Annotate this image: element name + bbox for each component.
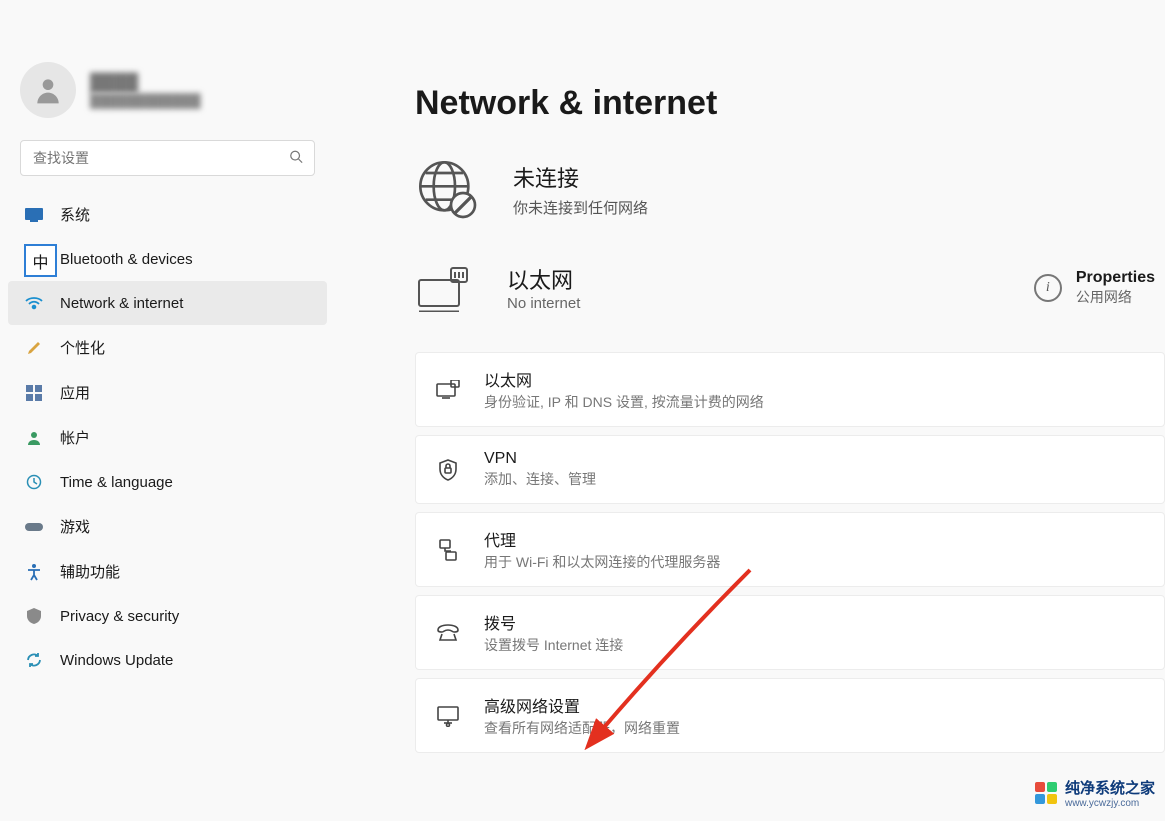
avatar <box>20 62 76 118</box>
connection-status: 未连接 你未连接到任何网络 <box>415 151 1165 245</box>
ethernet-properties-link[interactable]: i Properties 公用网络 <box>1034 269 1155 307</box>
option-title: 高级网络设置 <box>484 693 680 717</box>
option-sub: 查看所有网络适配器，网络重置 <box>484 718 680 738</box>
profile-block[interactable]: ████ ████████████ <box>0 54 335 136</box>
sidebar-item-label: Windows Update <box>60 652 173 669</box>
option-title: 代理 <box>484 527 720 551</box>
option-sub: 用于 Wi-Fi 和以太网连接的代理服务器 <box>484 552 720 572</box>
proxy-icon <box>434 536 462 564</box>
shield-lock-icon <box>434 456 462 484</box>
sidebar-item-accounts[interactable]: 帐户 <box>8 415 327 460</box>
watermark-logo-icon <box>1035 782 1057 804</box>
watermark-url: www.ycwzjy.com <box>1065 798 1155 809</box>
phone-icon <box>434 619 462 647</box>
properties-label: Properties <box>1076 269 1155 287</box>
sidebar-item-accessibility[interactable]: 辅助功能 <box>8 549 327 594</box>
sidebar-item-apps[interactable]: 应用 <box>8 370 327 415</box>
wifi-icon <box>24 293 44 313</box>
option-proxy[interactable]: 代理 用于 Wi-Fi 和以太网连接的代理服务器 <box>415 512 1165 587</box>
update-icon <box>24 650 44 670</box>
sidebar-item-label: 应用 <box>60 382 90 403</box>
sidebar-item-label: 辅助功能 <box>60 561 120 582</box>
sidebar-item-time[interactable]: Time & language <box>8 460 327 504</box>
sidebar-item-label: Bluetooth & devices <box>60 251 193 268</box>
option-dialup[interactable]: 拨号 设置拨号 Internet 连接 <box>415 595 1165 670</box>
option-vpn[interactable]: VPN 添加、连接、管理 <box>415 435 1165 504</box>
system-icon <box>24 205 44 225</box>
option-title: 以太网 <box>484 367 764 391</box>
sidebar-item-update[interactable]: Windows Update <box>8 638 327 682</box>
properties-sub: 公用网络 <box>1076 287 1155 307</box>
info-icon: i <box>1034 274 1062 302</box>
sidebar-item-label: 游戏 <box>60 516 90 537</box>
globe-disconnected-icon <box>415 157 479 221</box>
profile-email: ████████████ <box>90 93 201 108</box>
watermark: 纯净系统之家 www.ycwzjy.com <box>1035 777 1155 809</box>
option-title: VPN <box>484 450 596 468</box>
sidebar-item-personalization[interactable]: 个性化 <box>8 325 327 370</box>
search-input[interactable] <box>20 140 315 176</box>
game-icon <box>24 517 44 537</box>
sidebar-item-label: Time & language <box>60 474 173 491</box>
sidebar-item-label: Network & internet <box>60 295 183 312</box>
monitor-network-icon <box>434 702 462 730</box>
option-ethernet[interactable]: 以太网 身份验证, IP 和 DNS 设置, 按流量计费的网络 <box>415 352 1165 427</box>
ime-indicator[interactable]: 中 <box>24 244 57 277</box>
accessibility-icon <box>24 562 44 582</box>
sidebar-item-gaming[interactable]: 游戏 <box>8 504 327 549</box>
option-sub: 设置拨号 Internet 连接 <box>484 635 623 655</box>
sidebar-item-privacy[interactable]: Privacy & security <box>8 594 327 638</box>
sidebar-item-label: Privacy & security <box>60 608 179 625</box>
option-sub: 身份验证, IP 和 DNS 设置, 按流量计费的网络 <box>484 392 764 412</box>
page-title: Network & internet <box>415 84 1165 123</box>
clock-icon <box>24 472 44 492</box>
main-content: Network & internet 未连接 你未连接到任何网络 <box>355 0 1165 821</box>
sidebar: ████ ████████████ 系统 Bluetooth & devices… <box>0 0 335 821</box>
account-icon <box>24 428 44 448</box>
option-advanced[interactable]: 高级网络设置 查看所有网络适配器，网络重置 <box>415 678 1165 753</box>
ethernet-icon <box>415 264 473 312</box>
sidebar-item-label: 系统 <box>60 204 90 225</box>
profile-name: ████ <box>90 73 201 93</box>
sidebar-item-system[interactable]: 系统 <box>8 192 327 237</box>
ethernet-subtitle: No internet <box>507 295 580 312</box>
shield-icon <box>24 606 44 626</box>
monitor-ethernet-icon <box>434 376 462 404</box>
ethernet-title: 以太网 <box>507 263 580 295</box>
brush-icon <box>24 338 44 358</box>
search-icon <box>289 150 303 167</box>
network-options-list: 以太网 身份验证, IP 和 DNS 设置, 按流量计费的网络 VPN 添加、连… <box>415 352 1165 753</box>
status-subtitle: 你未连接到任何网络 <box>513 197 648 218</box>
sidebar-item-label: 帐户 <box>60 427 90 448</box>
option-title: 拨号 <box>484 610 623 634</box>
ethernet-summary: 以太网 No internet i Properties 公用网络 <box>415 245 1165 342</box>
apps-icon <box>24 383 44 403</box>
watermark-text: 纯净系统之家 <box>1065 777 1155 798</box>
sidebar-item-network[interactable]: Network & internet <box>8 281 327 325</box>
option-sub: 添加、连接、管理 <box>484 469 596 489</box>
sidebar-item-label: 个性化 <box>60 337 105 358</box>
status-title: 未连接 <box>513 161 648 193</box>
